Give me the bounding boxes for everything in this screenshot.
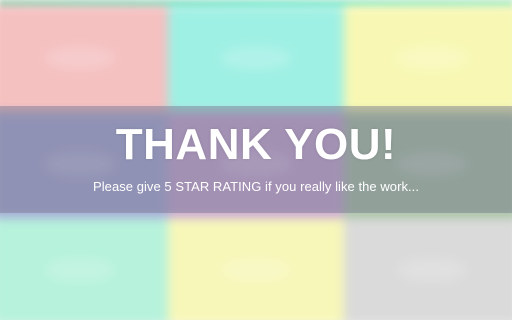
background-tile bbox=[344, 6, 512, 112]
background-tile bbox=[344, 218, 512, 320]
thank-you-banner: THANK YOU! Please give 5 STAR RATING if … bbox=[0, 106, 512, 213]
background-tile bbox=[0, 218, 168, 320]
background-tile bbox=[168, 218, 344, 320]
background-tile bbox=[0, 6, 168, 112]
background-tile bbox=[168, 6, 344, 112]
thank-you-title: THANK YOU! bbox=[115, 120, 397, 169]
rating-request-text: Please give 5 STAR RATING if you really … bbox=[93, 179, 419, 194]
